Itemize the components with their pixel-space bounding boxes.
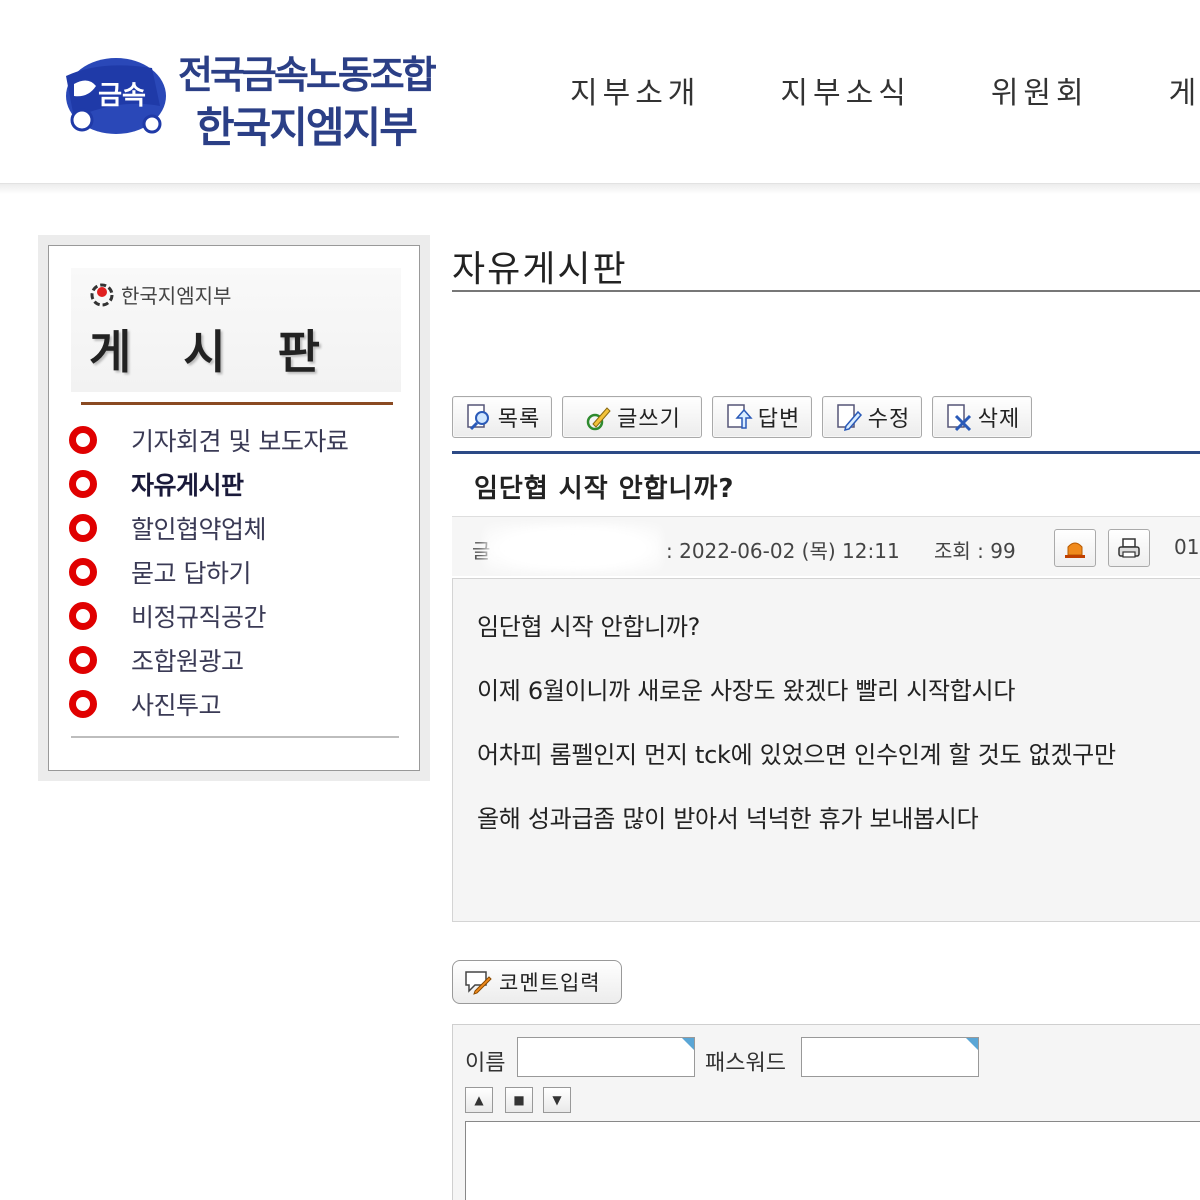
edit-button[interactable]: 수정 — [822, 396, 922, 438]
siren-icon — [1065, 542, 1085, 558]
list-search-icon — [467, 404, 489, 431]
sidebar-item-label: 자유게시판 — [131, 471, 244, 500]
comment-pencil-icon — [465, 971, 492, 995]
title-divider — [452, 290, 1200, 292]
logo-badge-text: 금속 — [98, 81, 146, 111]
union-emblem-icon — [90, 283, 114, 306]
sidebar-item-label: 사진투고 — [131, 691, 222, 720]
post-paragraph: 임단협 시작 안합니까? — [477, 613, 701, 641]
post-title: 임단협 시작 안합니까? — [474, 474, 735, 504]
sidebar-item-press[interactable]: 기자회견 및 보도자료 — [69, 418, 399, 462]
sidebar: 한국지엠지부 게 시 판 기자회견 및 보도자료 자유게시판 할인협약업체 묻고… — [38, 235, 430, 781]
post-number: 01 — [1174, 535, 1200, 559]
password-label: 패스워드 — [705, 1051, 786, 1076]
union-flag-icon: 금속 — [66, 58, 166, 134]
sidebar-menu: 기자회견 및 보도자료 자유게시판 할인협약업체 묻고 답하기 비정규직공간 조… — [69, 418, 399, 726]
circle-bullet-icon — [69, 426, 97, 454]
delete-button-label: 삭제 — [977, 407, 1021, 432]
post-date: : 2022-06-02 (목) 12:11 — [666, 539, 900, 563]
sidebar-item-member-ads[interactable]: 조합원광고 — [69, 638, 399, 682]
write-button-label: 글쓰기 — [617, 407, 681, 432]
reset-size-button[interactable]: ■ — [505, 1087, 533, 1113]
name-input[interactable] — [517, 1037, 695, 1077]
sidebar-item-irregular[interactable]: 비정규직공간 — [69, 594, 399, 638]
sidebar-bottom-divider — [71, 736, 399, 738]
post-toolbar: 목록 글쓰기 답변 수정 삭제 — [452, 396, 1042, 438]
sidebar-header: 한국지엠지부 게 시 판 — [71, 268, 401, 392]
reply-button-label: 답변 — [757, 407, 801, 432]
circle-bullet-icon — [69, 646, 97, 674]
nav-item-news[interactable]: 지부소식 — [780, 68, 910, 111]
list-button-label: 목록 — [497, 407, 541, 432]
comment-input-label: 코멘트입력 — [499, 971, 601, 995]
sidebar-item-label: 기자회견 및 보도자료 — [131, 427, 349, 456]
password-input[interactable] — [801, 1037, 979, 1077]
circle-bullet-icon — [69, 558, 97, 586]
sidebar-org-label: 한국지엠지부 — [121, 284, 232, 308]
write-pencil-icon — [586, 407, 611, 431]
comment-form: 이름 패스워드 ▲ ■ ▼ — [452, 1024, 1200, 1200]
report-button[interactable] — [1054, 529, 1096, 567]
edit-button-label: 수정 — [867, 407, 911, 432]
printer-icon — [1118, 538, 1140, 558]
expand-up-button[interactable]: ▲ — [465, 1087, 493, 1113]
main-nav: 지부소개 지부소식 위원회 게시 — [570, 68, 1200, 111]
page-title: 자유게시판 — [452, 249, 628, 290]
name-label: 이름 — [465, 1051, 506, 1076]
sidebar-item-label: 조합원광고 — [131, 647, 244, 676]
comment-textarea[interactable] — [465, 1121, 1200, 1200]
nav-item-about[interactable]: 지부소개 — [570, 68, 700, 111]
sidebar-panel: 한국지엠지부 게 시 판 기자회견 및 보도자료 자유게시판 할인협약업체 묻고… — [48, 245, 420, 771]
sidebar-item-label: 할인협약업체 — [131, 515, 267, 544]
sidebar-item-photos[interactable]: 사진투고 — [69, 682, 399, 726]
sidebar-item-free-board[interactable]: 자유게시판 — [69, 462, 399, 506]
sidebar-org: 한국지엠지부 — [89, 280, 231, 309]
reply-arrow-icon — [727, 404, 753, 429]
header-shadow — [0, 184, 1200, 194]
post-views: 조회 : 99 — [934, 539, 1016, 563]
delete-button[interactable]: 삭제 — [932, 396, 1032, 438]
sidebar-item-discounts[interactable]: 할인협약업체 — [69, 506, 399, 550]
delete-document-icon — [947, 404, 971, 432]
circle-bullet-icon — [69, 514, 97, 542]
sidebar-item-qna[interactable]: 묻고 답하기 — [69, 550, 399, 594]
comment-input-button[interactable]: 코멘트입력 — [452, 960, 622, 1004]
post-content: 임단협 시작 안합니까? 이제 6월이니까 새로운 사장도 왔겠다 빨리 시작합… — [452, 578, 1200, 922]
logo-branch-name: 한국지엠지부 — [196, 103, 418, 152]
nav-item-board[interactable]: 게시 — [1169, 68, 1200, 111]
site-header: 금속 전국금속노동조합 한국지엠지부 지부소개 지부소식 위원회 게시 — [0, 0, 1200, 184]
author-redaction — [484, 523, 662, 573]
post-paragraph: 올해 성과급좀 많이 받아서 넉넉한 휴가 보내봅시다 — [477, 805, 979, 833]
print-button[interactable] — [1108, 529, 1150, 567]
sidebar-divider — [81, 402, 393, 405]
list-button[interactable]: 목록 — [452, 396, 552, 438]
site-logo[interactable]: 금속 전국금속노동조합 한국지엠지부 — [60, 40, 460, 152]
logo-org-name: 전국금속노동조합 — [178, 53, 437, 97]
edit-document-icon — [837, 404, 862, 432]
post-meta: 글 : 2022-06-02 (목) 12:11 조회 : 99 01 — [452, 516, 1200, 576]
post-paragraph: 어차피 롬펠인지 먼지 tck에 있었으면 인수인계 할 것도 없겠구만 — [477, 741, 1116, 769]
post-divider — [452, 451, 1200, 454]
sidebar-item-label: 묻고 답하기 — [131, 559, 251, 588]
nav-item-committee[interactable]: 위원회 — [991, 68, 1089, 111]
expand-down-button[interactable]: ▼ — [543, 1087, 571, 1113]
post-paragraph: 이제 6월이니까 새로운 사장도 왔겠다 빨리 시작합시다 — [477, 677, 1016, 705]
sidebar-title: 게 시 판 — [89, 325, 338, 379]
reply-button[interactable]: 답변 — [712, 396, 812, 438]
write-button[interactable]: 글쓰기 — [562, 396, 702, 438]
circle-bullet-icon — [69, 690, 97, 718]
sidebar-item-label: 비정규직공간 — [131, 603, 267, 632]
circle-bullet-icon — [69, 470, 97, 498]
circle-bullet-icon — [69, 602, 97, 630]
